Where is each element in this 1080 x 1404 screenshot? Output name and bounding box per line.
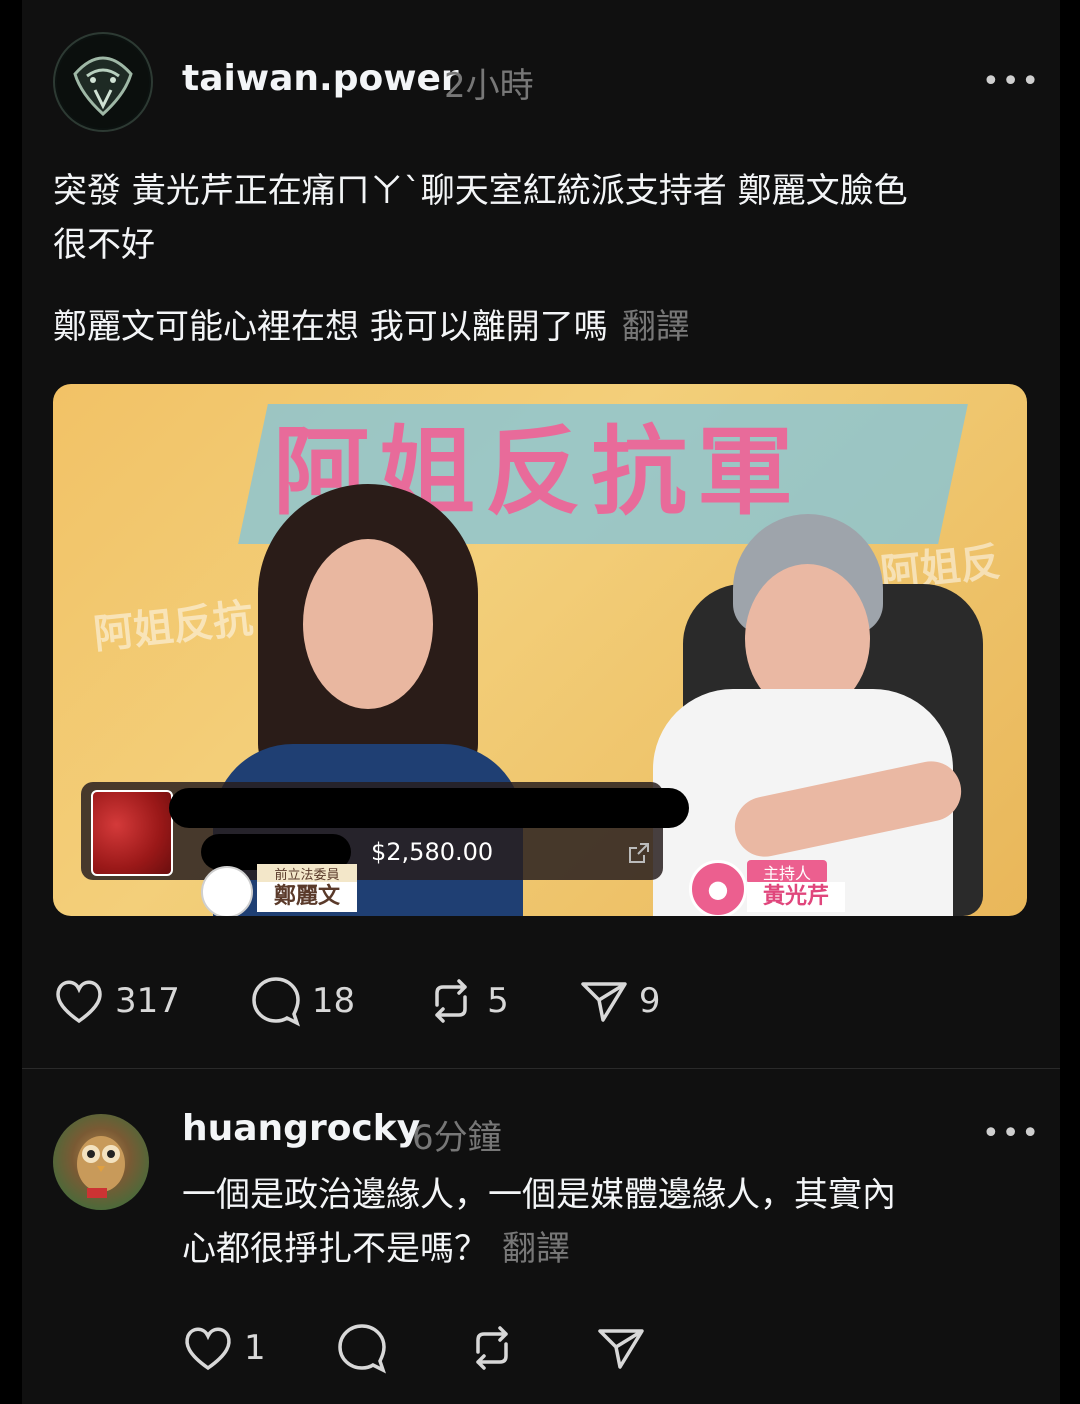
feed-panel: taiwan.power 2小時 ••• 突發 黃光芹正在痛ㄇㄚˋ聊天室紅統派支… xyxy=(22,0,1060,1404)
post-text-line: 很不好 xyxy=(53,225,155,265)
comment-icon xyxy=(252,977,300,1027)
post-text-line-row: 鄭麗文可能心裡在想 我可以離開了嗎 翻譯 xyxy=(53,300,1043,354)
reply-actions: 1 xyxy=(182,1322,726,1374)
reply-text-line-row: 心都很掙扎不是嗎？ 翻譯 xyxy=(182,1222,1042,1276)
product-thumbnail xyxy=(91,790,173,876)
owl-statue-icon xyxy=(77,1136,125,1198)
avatar[interactable] xyxy=(53,32,153,132)
more-options-icon[interactable]: ••• xyxy=(982,1116,1041,1151)
post-actions: 317 18 5 9 xyxy=(53,975,730,1027)
comment-icon xyxy=(337,1324,386,1374)
comment-count: 18 xyxy=(311,981,356,1021)
repost-icon xyxy=(475,1326,508,1370)
repost-count: 5 xyxy=(487,981,509,1021)
comment-button[interactable] xyxy=(336,1322,398,1374)
heart-icon xyxy=(56,980,102,1024)
post-video[interactable]: 阿姐反抗軍 阿姐反抗 阿姐反抗 $2,580.00 前立法委員 鄭麗文 ● 主持… xyxy=(53,384,1027,916)
reply-text: 一個是政治邊緣人，一個是媒體邊緣人，其實內 心都很掙扎不是嗎？ 翻譯 xyxy=(182,1168,1042,1276)
more-options-icon[interactable]: ••• xyxy=(982,64,1041,99)
host-role-label: 主持人 xyxy=(747,860,827,884)
post[interactable]: taiwan.power 2小時 ••• 突發 黃光芹正在痛ㄇㄚˋ聊天室紅統派支… xyxy=(22,0,1060,1068)
reply-avatar[interactable] xyxy=(53,1114,149,1210)
post-text: 突發 黃光芹正在痛ㄇㄚˋ聊天室紅統派支持者 鄭麗文臉色 很不好 鄭麗文可能心裡在… xyxy=(53,164,1043,354)
host-name-label: 黃光芹 xyxy=(747,882,845,912)
microphone-icon: ● xyxy=(689,860,747,916)
reply-text-line: 一個是政治邊緣人，一個是媒體邊緣人，其實內 xyxy=(182,1175,896,1215)
guest-face xyxy=(303,539,433,709)
repost-button[interactable]: 5 xyxy=(425,975,509,1027)
heart-icon xyxy=(185,1327,231,1371)
like-count: 317 xyxy=(115,981,180,1021)
reply-time: 6分鐘 xyxy=(412,1118,502,1158)
share-button[interactable] xyxy=(596,1323,656,1373)
reply[interactable]: huangrocky 6分鐘 ••• 一個是政治邊緣人，一個是媒體邊緣人，其實內… xyxy=(22,1070,1060,1404)
share-button[interactable]: 9 xyxy=(579,976,661,1026)
translate-link[interactable]: 翻譯 xyxy=(502,1229,570,1269)
guest-nameplate: 前立法委員 鄭麗文 xyxy=(201,864,361,916)
post-username[interactable]: taiwan.power xyxy=(182,58,459,99)
divider xyxy=(22,1068,1060,1069)
like-button[interactable]: 317 xyxy=(53,977,180,1025)
host-person xyxy=(633,514,973,916)
send-icon xyxy=(597,1329,644,1369)
repost-icon xyxy=(435,979,467,1023)
translate-link[interactable]: 翻譯 xyxy=(622,307,690,347)
host-nameplate: ● 主持人 黃光芹 xyxy=(689,860,859,916)
guest-name-label: 鄭麗文 xyxy=(257,882,357,912)
guest-role-label: 前立法委員 xyxy=(257,864,357,883)
snake-logo-icon xyxy=(57,36,149,128)
like-count: 1 xyxy=(244,1328,266,1368)
share-count: 9 xyxy=(638,981,661,1021)
like-button[interactable]: 1 xyxy=(182,1324,266,1372)
post-text-line: 鄭麗文可能心裡在想 我可以離開了嗎 xyxy=(53,307,608,347)
repost-button[interactable] xyxy=(466,1322,528,1374)
external-link-icon[interactable] xyxy=(626,840,652,866)
send-icon xyxy=(581,982,627,1022)
product-price: $2,580.00 xyxy=(371,838,494,866)
reply-text-line: 心都很掙扎不是嗎？ xyxy=(182,1229,488,1269)
guest-avatar-icon xyxy=(201,866,253,916)
product-overlay[interactable]: $2,580.00 xyxy=(81,782,689,880)
comment-button[interactable]: 18 xyxy=(250,975,355,1027)
post-text-line: 突發 黃光芹正在痛ㄇㄚˋ聊天室紅統派支持者 鄭麗文臉色 xyxy=(53,171,908,211)
reply-username[interactable]: huangrocky xyxy=(182,1108,420,1149)
redacted-bar xyxy=(169,788,689,828)
post-time: 2小時 xyxy=(444,66,534,106)
